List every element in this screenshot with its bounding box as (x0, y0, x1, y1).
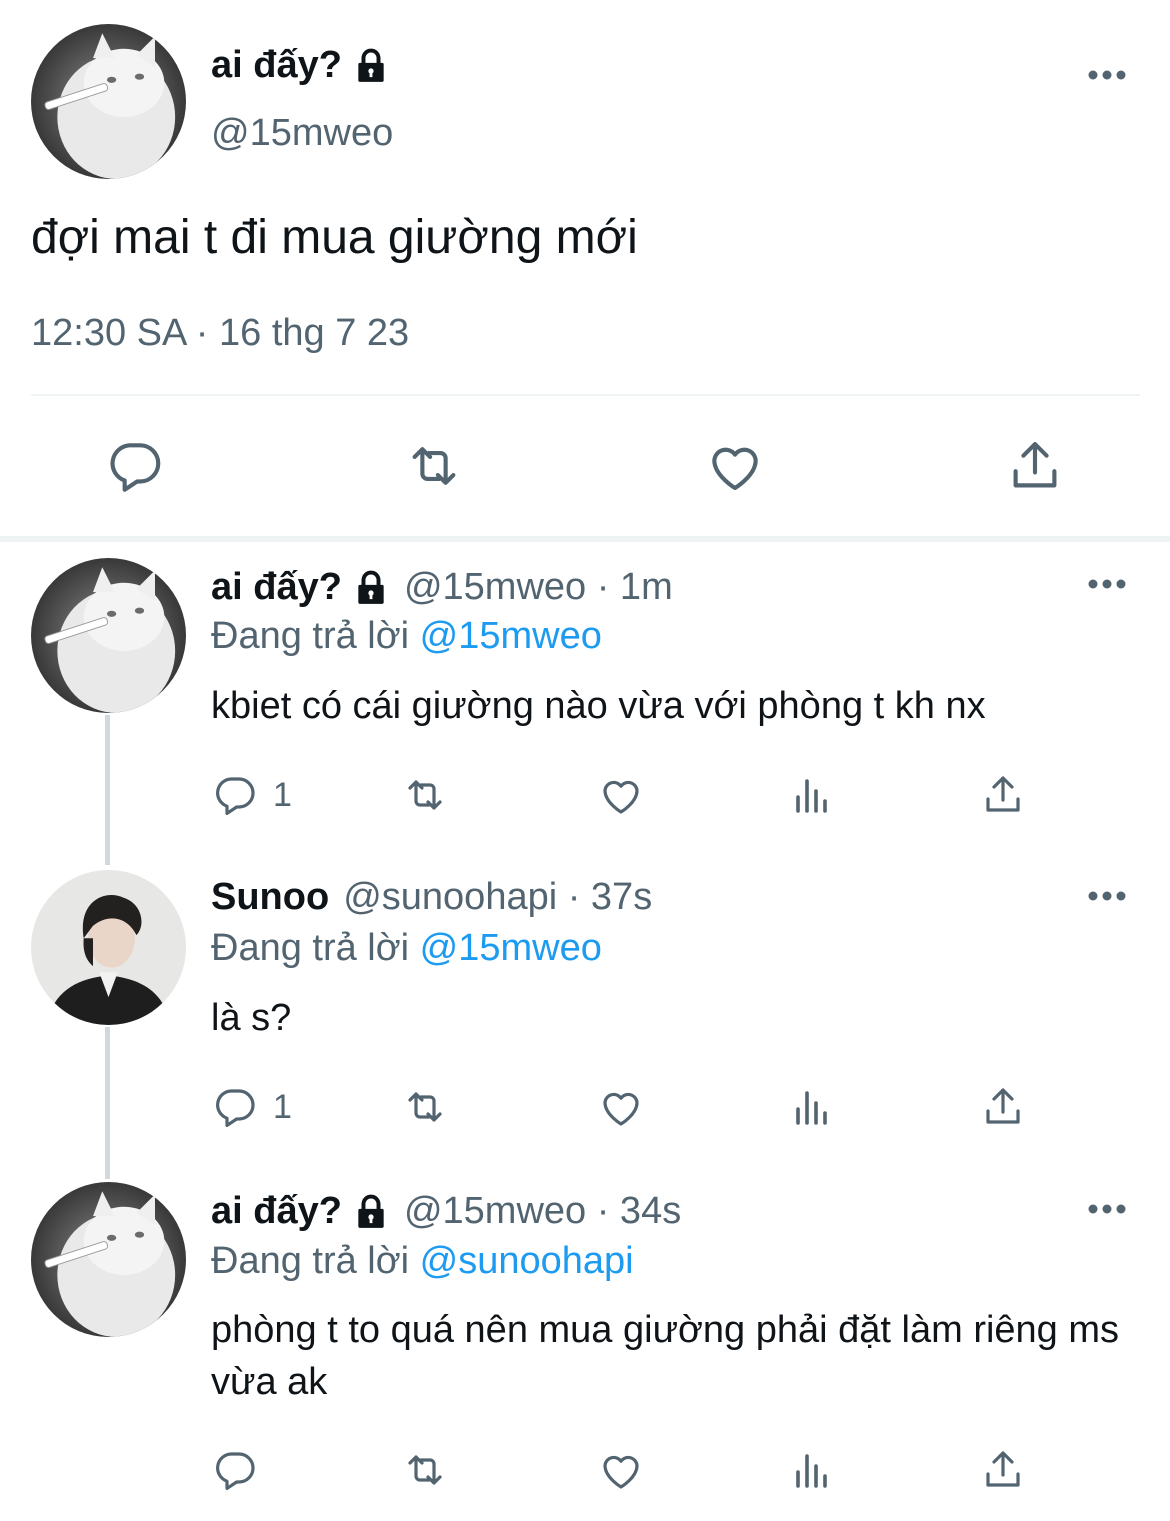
thread-line (105, 715, 110, 865)
reply-actions: 1 (211, 771, 1111, 821)
reply-count: 1 (273, 775, 292, 814)
lock-icon (352, 47, 390, 85)
more-options-icon[interactable] (1087, 890, 1127, 902)
person-avatar-image (31, 870, 186, 1025)
lock-icon (352, 1193, 390, 1231)
analytics-icon (796, 1091, 827, 1125)
cat-avatar-image (31, 558, 186, 713)
retweet-button[interactable] (401, 771, 449, 819)
like-icon (603, 1455, 639, 1489)
share-icon[interactable] (1004, 435, 1066, 497)
retweet-button[interactable] (401, 1083, 449, 1131)
section-separator (0, 536, 1170, 542)
like-icon (603, 780, 639, 814)
reply-header: ai đấy? @15mweo · 34s (211, 1190, 681, 1233)
lock-icon (352, 569, 390, 607)
author-name[interactable]: Sunoo (211, 876, 329, 919)
reply-actions: 1 (211, 1083, 1111, 1133)
like-icon[interactable] (704, 435, 766, 497)
more-options-icon[interactable] (1087, 69, 1127, 81)
reply-text: kbiet có cái giường nào vừa với phòng t … (211, 685, 986, 727)
divider (31, 394, 1140, 396)
analytics-icon (796, 779, 827, 813)
share-button[interactable] (979, 1083, 1027, 1131)
author-name-text: ai đấy? (211, 44, 342, 86)
reply-header: ai đấy? @15mweo · 1m (211, 566, 673, 609)
retweet-icon (408, 780, 442, 810)
author-handle[interactable]: @15mweo (211, 112, 393, 155)
retweet-icon[interactable] (403, 435, 465, 497)
thread-line (105, 1027, 110, 1179)
cat-avatar-image (31, 1182, 186, 1337)
tweet-timestamp[interactable]: 12:30 SA · 16 thg 7 23 (31, 312, 409, 355)
analytics-button[interactable] (788, 1446, 836, 1494)
more-options-icon[interactable] (1087, 1203, 1127, 1215)
like-button[interactable] (597, 1083, 645, 1131)
handle-and-time[interactable]: @15mweo · 34s (404, 1190, 681, 1233)
replying-to-label: Đang trả lời (211, 927, 410, 969)
reply-icon[interactable] (104, 435, 166, 497)
replying-to: Đang trả lời @sunoohapi (211, 1240, 634, 1283)
mention-link[interactable]: @15mweo (420, 927, 602, 969)
share-button[interactable] (979, 771, 1027, 819)
retweet-button[interactable] (401, 1446, 449, 1494)
person-avatar[interactable] (31, 870, 186, 1025)
author-name[interactable]: ai đấy? (211, 1190, 342, 1233)
share-icon (986, 1088, 1020, 1124)
handle-and-time[interactable]: @sunoohapi · 37s (343, 876, 652, 919)
analytics-icon (796, 1454, 827, 1488)
author-name[interactable]: ai đấy? (211, 44, 390, 87)
mention-link[interactable]: @sunoohapi (420, 1240, 634, 1282)
cat-avatar-image (31, 24, 186, 179)
cat-avatar[interactable] (31, 1182, 186, 1337)
reply-text: là s? (211, 997, 292, 1039)
like-icon (603, 1092, 639, 1126)
retweet-icon (408, 1455, 442, 1485)
more-options-icon[interactable] (1087, 578, 1127, 590)
share-icon (986, 776, 1020, 812)
mention-link[interactable]: @15mweo (420, 615, 602, 657)
like-button[interactable] (597, 771, 645, 819)
cat-avatar[interactable] (31, 24, 186, 179)
replying-to: Đang trả lời @15mweo (211, 615, 602, 658)
reply-button[interactable] (211, 1446, 259, 1494)
reply-actions (211, 1446, 1111, 1496)
reply-icon (216, 777, 255, 815)
share-icon (986, 1451, 1020, 1487)
analytics-button[interactable] (788, 771, 836, 819)
analytics-button[interactable] (788, 1083, 836, 1131)
reply-header: Sunoo @sunoohapi · 37s (211, 876, 652, 919)
cat-avatar[interactable] (31, 558, 186, 713)
reply-text: phòng t to quá nên mua giường phải đặt l… (211, 1309, 1120, 1403)
replying-to: Đang trả lời @15mweo (211, 927, 602, 970)
reply-button[interactable]: 1 (211, 1083, 292, 1131)
reply-count: 1 (273, 1087, 292, 1126)
replying-to-label: Đang trả lời (211, 1240, 410, 1282)
reply-button[interactable]: 1 (211, 771, 292, 819)
author-name[interactable]: ai đấy? (211, 566, 342, 609)
retweet-icon (408, 1092, 442, 1122)
tweet-thread-page: ai đấy? @15mweo đợi mai t đi mua giường … (0, 0, 1170, 1521)
replying-to-label: Đang trả lời (211, 615, 410, 657)
reply-icon (216, 1452, 255, 1490)
reply-icon (216, 1089, 255, 1127)
share-button[interactable] (979, 1446, 1027, 1494)
main-tweet: ai đấy? @15mweo đợi mai t đi mua giường … (0, 0, 1170, 538)
handle-and-time[interactable]: @15mweo · 1m (404, 566, 673, 609)
tweet-text: đợi mai t đi mua giường mới (31, 211, 638, 264)
like-button[interactable] (597, 1446, 645, 1494)
